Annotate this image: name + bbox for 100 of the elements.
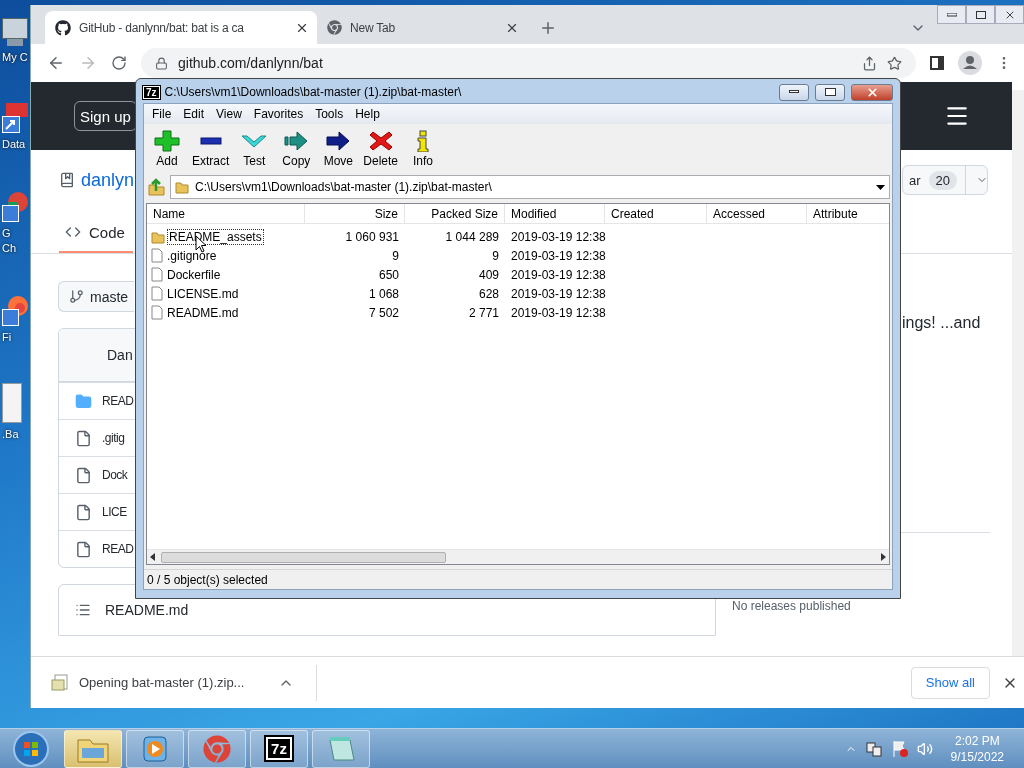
column-header[interactable]: Created	[605, 204, 707, 223]
taskbar-button[interactable]	[188, 729, 246, 768]
menu-item[interactable]: Tools	[309, 107, 350, 121]
branch-button[interactable]: maste	[58, 281, 134, 312]
menu-item[interactable]: Favorites	[247, 107, 310, 121]
file-icon	[151, 248, 163, 263]
maximize-button[interactable]	[815, 83, 845, 101]
desktop-icon-label[interactable]: G Ch	[2, 226, 17, 256]
menu-item[interactable]: Help	[349, 107, 386, 121]
list-icon	[75, 602, 91, 618]
repo-icon	[59, 172, 75, 188]
commit-author[interactable]: Dan	[107, 347, 133, 363]
code-icon	[65, 224, 81, 240]
readme-title[interactable]: README.md	[105, 602, 189, 618]
column-header[interactable]: Accessed	[707, 204, 807, 223]
clock-date: 9/15/2022	[950, 748, 1004, 765]
toolbar-button[interactable]: Delete	[359, 130, 403, 168]
browser-tab[interactable]: New Tab	[317, 11, 527, 44]
shortcut-icon	[2, 190, 28, 222]
toolbar-button[interactable]: Add	[146, 130, 188, 168]
app-logo: 7z	[266, 737, 292, 760]
arrow-right-icon	[325, 130, 352, 152]
arrow-right-icon	[283, 130, 310, 152]
file-name[interactable]: READ	[102, 394, 134, 408]
download-item[interactable]: Opening bat-master (1).zip...	[51, 664, 317, 701]
chrome-icon	[203, 734, 231, 763]
releases-text: No releases published	[732, 599, 852, 613]
maximize-icon	[824, 88, 836, 96]
chrome-icon	[327, 20, 342, 35]
file-name[interactable]: Dock	[102, 468, 128, 482]
column-header[interactable]: Modified	[505, 204, 605, 223]
file-name[interactable]: README_assets	[168, 229, 263, 244]
minimize-icon	[946, 12, 957, 17]
file-name[interactable]: READ	[102, 542, 134, 556]
profile-avatar[interactable]	[958, 51, 982, 75]
menu-item[interactable]: File	[146, 107, 178, 121]
toolbar-button[interactable]: Test	[233, 130, 276, 168]
minimize-button[interactable]	[779, 83, 809, 101]
menu-item[interactable]: View	[210, 107, 248, 121]
file-icon	[75, 503, 92, 521]
desktop-icon-label[interactable]: Data	[2, 137, 26, 152]
document-icon	[2, 383, 22, 423]
scroll-right-icon	[881, 553, 886, 561]
column-header[interactable]: Attribute	[807, 204, 889, 223]
plus-icon	[154, 130, 180, 152]
show-all-button[interactable]: Show all	[910, 666, 990, 699]
volume-icon	[916, 740, 933, 757]
clock-time: 2:02 PM	[954, 732, 1000, 749]
close-icon	[865, 85, 879, 99]
file-name[interactable]: LICENSE.md	[166, 286, 240, 301]
toolbar-button[interactable]: Extract	[188, 130, 234, 168]
close-button[interactable]	[851, 83, 893, 101]
dropdown-icon	[876, 184, 885, 190]
close-button[interactable]	[995, 5, 1024, 24]
file-name[interactable]: Dockerfile	[166, 267, 222, 282]
share-icon[interactable]	[862, 55, 877, 71]
desktop-icon-label[interactable]: Fi	[2, 330, 12, 345]
code-tab[interactable]: Code	[59, 213, 133, 253]
file-size: 7 502	[367, 305, 400, 320]
file-name[interactable]: .gitignore	[166, 248, 218, 263]
file-name[interactable]: .gitig	[102, 431, 125, 445]
toolbar-button[interactable]: Info	[402, 130, 445, 168]
file-icon	[75, 429, 92, 447]
side-panel-icon[interactable]	[930, 56, 944, 70]
maximize-icon	[975, 10, 986, 19]
desktop-icon-label[interactable]: My C	[2, 50, 28, 65]
window-title: C:\Users\vm1\Downloads\bat-master (1).zip\bat-master\	[164, 85, 463, 99]
packed-size: 2 771	[467, 305, 500, 320]
packed-size: 628	[477, 286, 500, 301]
path-field[interactable]: C:\Users\vm1\Downloads\bat-master (1).zip\bat-master\	[170, 175, 890, 199]
maximize-button[interactable]	[966, 5, 995, 24]
media-player-icon	[140, 733, 170, 764]
network-icon	[864, 740, 883, 757]
flag-icon	[890, 739, 909, 758]
file-name[interactable]: LICE	[102, 505, 127, 519]
scroll-left-icon	[150, 553, 155, 561]
toolbar-button[interactable]: Move	[317, 130, 360, 168]
back-icon[interactable]	[47, 54, 65, 72]
column-header[interactable]: Size	[305, 204, 405, 223]
star-button[interactable]: ar 20	[902, 165, 988, 195]
up-folder-icon[interactable]	[146, 177, 166, 197]
browser-tab[interactable]: GitHub - danlynn/bat: bat is a ca	[45, 11, 317, 44]
address-bar[interactable]: github.com/danlynn/bat	[141, 48, 916, 78]
column-header[interactable]: Name	[147, 204, 305, 223]
repo-name[interactable]: danlyn	[81, 169, 135, 191]
start-button[interactable]	[10, 729, 52, 768]
column-header[interactable]: Packed Size	[405, 204, 505, 223]
modified-date: 2019-03-19 12:38	[510, 286, 605, 301]
taskbar-button[interactable]	[126, 729, 184, 768]
toolbar-button[interactable]: Copy	[275, 130, 318, 168]
file-icon	[75, 466, 92, 484]
new-tab-icon[interactable]	[539, 19, 557, 37]
taskbar-button[interactable]: 7z	[250, 729, 308, 768]
desktop-icon-label[interactable]: .Ba	[2, 427, 19, 442]
reload-icon[interactable]	[111, 55, 127, 71]
file-size: 9	[391, 248, 400, 263]
bookmark-icon[interactable]	[887, 55, 902, 71]
menu-item[interactable]: Edit	[177, 107, 211, 121]
file-name[interactable]: README.md	[166, 305, 240, 320]
close-icon	[367, 130, 394, 152]
